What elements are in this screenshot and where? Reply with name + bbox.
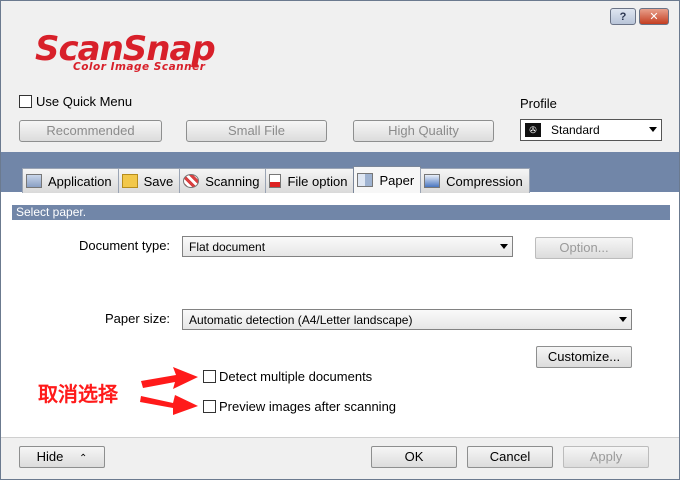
annotation-arrows xyxy=(140,367,198,415)
scansnap-settings-window: ? ✕ ScanSnap Color Image Scanner Use Qui… xyxy=(0,0,680,480)
hide-button[interactable]: Hide ⌃ xyxy=(19,446,105,468)
ok-button[interactable]: OK xyxy=(371,446,457,468)
arrow-icon xyxy=(140,395,198,415)
chevron-up-icon: ⌃ xyxy=(78,453,88,464)
apply-button[interactable]: Apply xyxy=(563,446,649,468)
hide-label: Hide xyxy=(36,449,64,464)
cancel-button[interactable]: Cancel xyxy=(467,446,553,468)
arrow-icon xyxy=(141,367,198,389)
